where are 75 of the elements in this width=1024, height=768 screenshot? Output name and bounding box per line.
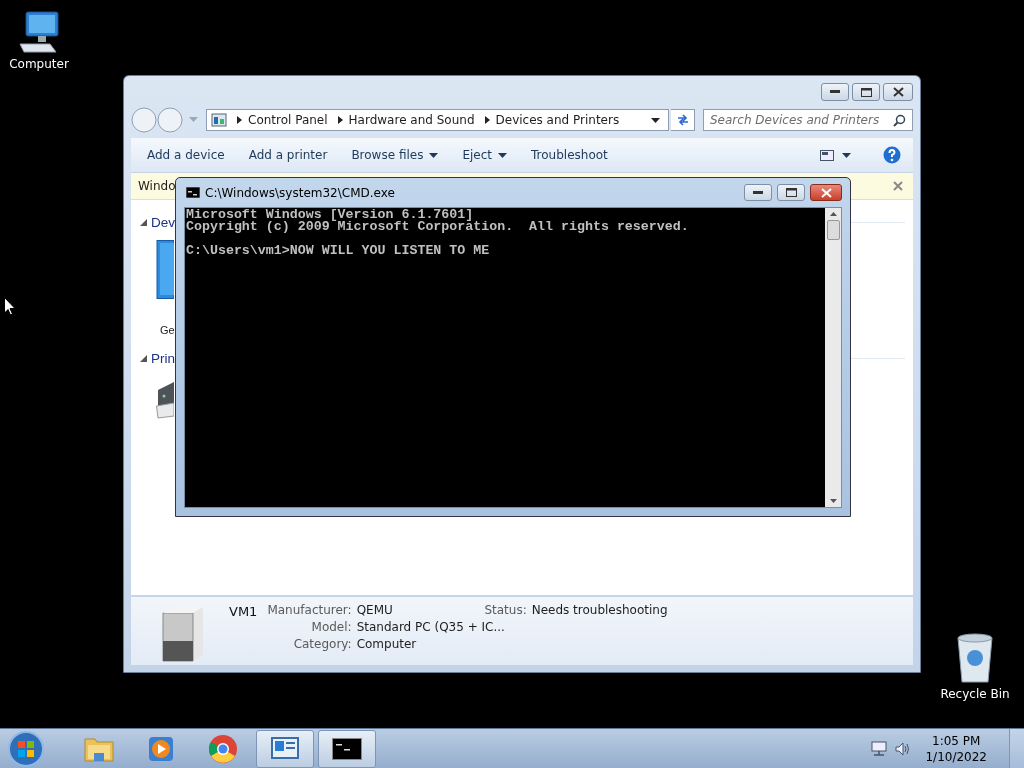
minimize-icon bbox=[830, 90, 840, 94]
chevron-icon bbox=[484, 116, 490, 124]
property-label: Category: bbox=[292, 637, 352, 651]
devices-icon bbox=[270, 735, 300, 762]
property-value: Standard PC (Q35 + IC... bbox=[356, 620, 505, 634]
minimize-button[interactable] bbox=[744, 184, 772, 201]
command-button[interactable]: Add a device bbox=[141, 144, 231, 166]
minimize-icon bbox=[753, 190, 763, 195]
command-button[interactable]: Browse files bbox=[345, 144, 445, 166]
scroll-thumb[interactable] bbox=[826, 220, 840, 240]
scrollbar[interactable] bbox=[825, 208, 841, 507]
close-icon[interactable] bbox=[893, 181, 903, 191]
window-title: C:\Windows\system32\CMD.exe bbox=[205, 185, 395, 200]
breadcrumb-item[interactable]: Control Panel bbox=[248, 113, 328, 127]
property-label: Status: bbox=[484, 603, 527, 617]
group-header[interactable]: Prin bbox=[151, 350, 175, 366]
refresh-button[interactable] bbox=[671, 109, 695, 131]
maximize-icon bbox=[785, 188, 797, 197]
volume-icon[interactable] bbox=[895, 740, 912, 757]
recycle-bin-icon[interactable] bbox=[955, 632, 995, 684]
info-bar-text: Windo bbox=[138, 179, 176, 193]
maximize-button[interactable] bbox=[852, 83, 880, 101]
property-value: Computer bbox=[356, 637, 418, 651]
chevron-icon bbox=[237, 116, 242, 124]
command-button[interactable]: Troubleshoot bbox=[525, 144, 614, 166]
close-button[interactable] bbox=[883, 83, 913, 101]
browser-icon bbox=[208, 733, 238, 764]
console-line: Copyright (c) 2009 Microsoft Corporation. All rights reserved. bbox=[186, 221, 690, 233]
collapse-icon[interactable] bbox=[140, 354, 147, 362]
console-line: C:\Users\vm1>NOW WILL YOU LISTEN TO ME bbox=[186, 245, 491, 257]
command-button[interactable]: Eject bbox=[456, 144, 514, 166]
desktop-icon-label[interactable]: Computer bbox=[9, 57, 69, 71]
view-icon bbox=[820, 149, 834, 161]
collapse-icon[interactable] bbox=[140, 218, 147, 226]
refresh-icon bbox=[675, 113, 690, 127]
search-icon bbox=[893, 113, 906, 127]
property-value: Needs troubleshooting bbox=[531, 603, 668, 617]
device-label[interactable]: Ge bbox=[160, 324, 175, 336]
maximize-icon bbox=[860, 87, 872, 97]
address-bar[interactable]: Control Panel Hardware and Sound Devices and Printers bbox=[206, 109, 669, 131]
clock-time[interactable]: 1:05 PM bbox=[932, 732, 981, 749]
clock-date[interactable]: 1/10/2022 bbox=[925, 748, 987, 765]
control-panel-icon bbox=[211, 113, 227, 127]
minimize-button[interactable] bbox=[821, 83, 849, 101]
maximize-button[interactable] bbox=[777, 184, 805, 201]
close-button[interactable] bbox=[810, 184, 842, 201]
computer-tower-icon bbox=[159, 605, 205, 663]
desktop-icon-label[interactable]: Recycle Bin bbox=[940, 687, 1010, 701]
cursor-icon bbox=[4, 297, 16, 316]
breadcrumb-item[interactable]: Devices and Printers bbox=[495, 113, 620, 127]
show-desktop-button[interactable] bbox=[1009, 728, 1024, 768]
property-label: Model: bbox=[310, 620, 352, 634]
start-button[interactable] bbox=[7, 729, 45, 768]
computer-icon[interactable] bbox=[16, 10, 62, 54]
close-icon bbox=[892, 87, 904, 97]
help-icon[interactable] bbox=[883, 146, 901, 164]
network-icon[interactable] bbox=[871, 740, 890, 757]
play-icon bbox=[147, 734, 175, 763]
scroll-up-icon[interactable] bbox=[829, 212, 837, 216]
search-field[interactable]: Search Devices and Printers bbox=[703, 109, 913, 131]
console-icon bbox=[186, 187, 200, 198]
chevron-icon bbox=[337, 116, 343, 124]
view-button[interactable] bbox=[818, 147, 853, 163]
taskbar-button[interactable] bbox=[318, 729, 376, 768]
group-header[interactable]: Dev bbox=[151, 214, 175, 230]
command-button[interactable]: Add a printer bbox=[242, 144, 334, 166]
terminal-icon bbox=[332, 737, 362, 760]
console-line: Microsoft Windows [Version 6.1.7601] bbox=[186, 209, 474, 221]
device-name: VM1 bbox=[229, 604, 258, 619]
scroll-down-icon[interactable] bbox=[829, 499, 837, 503]
close-icon bbox=[820, 187, 832, 198]
dropdown-icon[interactable] bbox=[651, 117, 660, 123]
breadcrumb-item[interactable]: Hardware and Sound bbox=[348, 113, 475, 127]
property-label: Manufacturer: bbox=[267, 603, 352, 617]
caret-icon bbox=[842, 152, 851, 158]
